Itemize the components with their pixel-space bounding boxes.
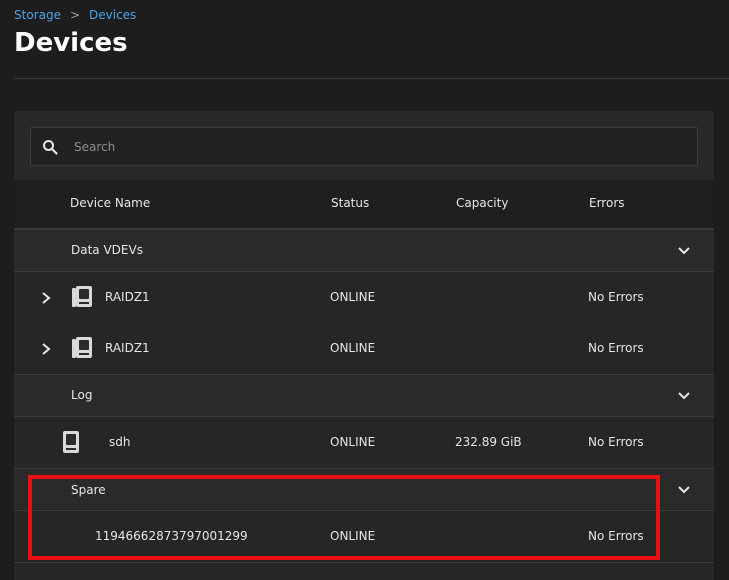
chevron-right-icon[interactable] [41,291,51,305]
group-label: Log [71,388,93,402]
device-status: ONLINE [330,341,376,355]
column-header-errors[interactable]: Errors [589,196,625,210]
chevron-right-icon[interactable] [41,342,51,356]
disk-icon [63,431,79,453]
breadcrumb: Storage > Devices [14,8,136,22]
group-row-log[interactable]: Log [14,375,714,417]
search-box[interactable] [30,127,698,166]
device-name: RAIDZ1 [105,341,150,355]
breadcrumb-separator: > [69,8,81,22]
search-input[interactable] [72,138,676,155]
table-header: Device Name Status Capacity Errors [14,180,714,230]
chevron-down-icon[interactable] [677,483,691,497]
column-header-capacity[interactable]: Capacity [456,196,508,210]
column-header-status[interactable]: Status [331,196,369,210]
table-row[interactable]: RAIDZ1 ONLINE No Errors [14,272,714,324]
highlight-box [28,475,660,560]
search-area [14,111,714,180]
column-header-device-name[interactable]: Device Name [70,196,150,210]
device-errors: No Errors [588,341,644,355]
disk-icon [72,337,92,358]
device-capacity: 232.89 GiB [455,435,522,449]
device-status: ONLINE [330,290,376,304]
group-row-data-vdevs[interactable]: Data VDEVs [14,230,714,272]
table-row[interactable]: sdh ONLINE 232.89 GiB No Errors [14,417,714,469]
device-errors: No Errors [588,435,644,449]
table-row[interactable]: RAIDZ1 ONLINE No Errors [14,323,714,375]
device-name: sdh [109,435,131,449]
disk-icon [72,286,92,307]
device-errors: No Errors [588,290,644,304]
title-divider [14,78,729,79]
device-status: ONLINE [330,435,376,449]
device-name: RAIDZ1 [105,290,150,304]
chevron-down-icon[interactable] [677,389,691,403]
search-icon [43,139,58,155]
group-label: Data VDEVs [71,243,143,257]
breadcrumb-storage-link[interactable]: Storage [14,8,61,22]
breadcrumb-devices-link[interactable]: Devices [89,8,136,22]
page-title: Devices [14,28,128,58]
chevron-down-icon[interactable] [677,244,691,258]
